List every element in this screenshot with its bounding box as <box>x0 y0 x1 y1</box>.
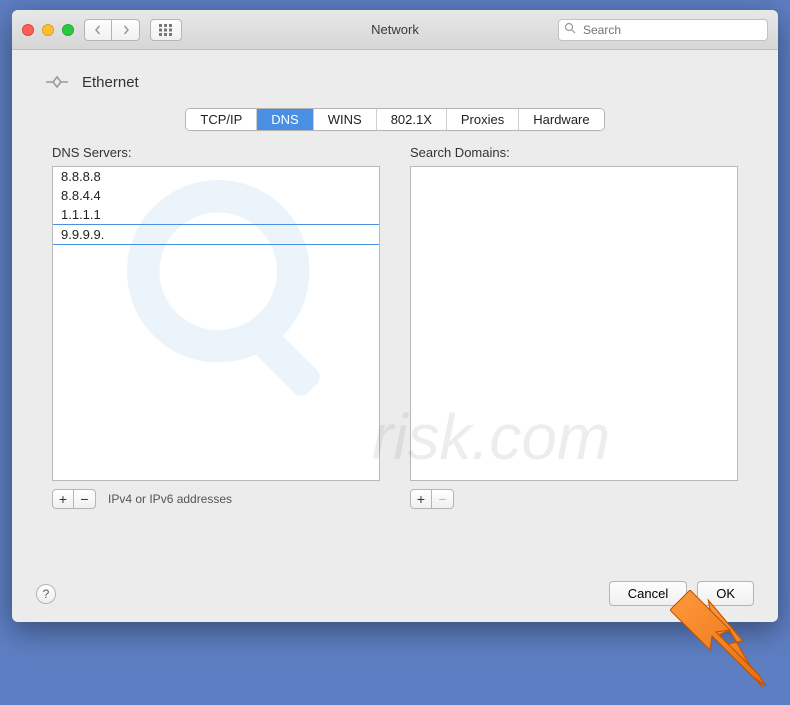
dns-servers-list[interactable]: 8.8.8.88.8.4.41.1.1.19.9.9.9. <box>52 166 380 481</box>
remove-dns-button[interactable]: − <box>74 489 96 509</box>
dns-server-row[interactable]: 8.8.4.4 <box>53 186 379 205</box>
tabs-bar: TCP/IPDNSWINS802.1XProxiesHardware <box>185 108 604 131</box>
add-search-domain-button[interactable]: + <box>410 489 432 509</box>
tab-proxies[interactable]: Proxies <box>447 109 519 130</box>
dns-servers-label: DNS Servers: <box>52 145 380 160</box>
dns-footer-label: IPv4 or IPv6 addresses <box>108 492 232 506</box>
ethernet-icon <box>42 70 72 94</box>
cancel-button[interactable]: Cancel <box>609 581 687 606</box>
minimize-window-button[interactable] <box>42 24 54 36</box>
add-dns-button[interactable]: + <box>52 489 74 509</box>
help-button[interactable]: ? <box>36 584 56 604</box>
dns-server-row[interactable]: 1.1.1.1 <box>53 205 379 224</box>
search-domains-label: Search Domains: <box>410 145 738 160</box>
forward-button[interactable] <box>112 19 140 41</box>
tab-8021x[interactable]: 802.1X <box>377 109 447 130</box>
ok-button[interactable]: OK <box>697 581 754 606</box>
remove-search-domain-button: − <box>432 489 454 509</box>
tab-dns[interactable]: DNS <box>257 109 313 130</box>
search-input[interactable] <box>558 19 768 41</box>
search-icon <box>564 22 576 37</box>
search-domains-list[interactable] <box>410 166 738 481</box>
tab-tcpip[interactable]: TCP/IP <box>186 109 257 130</box>
dns-server-row[interactable]: 9.9.9.9. <box>53 224 379 245</box>
tab-hardware[interactable]: Hardware <box>519 109 603 130</box>
page-title: Ethernet <box>82 74 139 91</box>
back-button[interactable] <box>84 19 112 41</box>
tab-wins[interactable]: WINS <box>314 109 377 130</box>
close-window-button[interactable] <box>22 24 34 36</box>
show-all-button[interactable] <box>150 19 182 41</box>
zoom-window-button[interactable] <box>62 24 74 36</box>
dns-server-row[interactable]: 8.8.8.8 <box>53 167 379 186</box>
